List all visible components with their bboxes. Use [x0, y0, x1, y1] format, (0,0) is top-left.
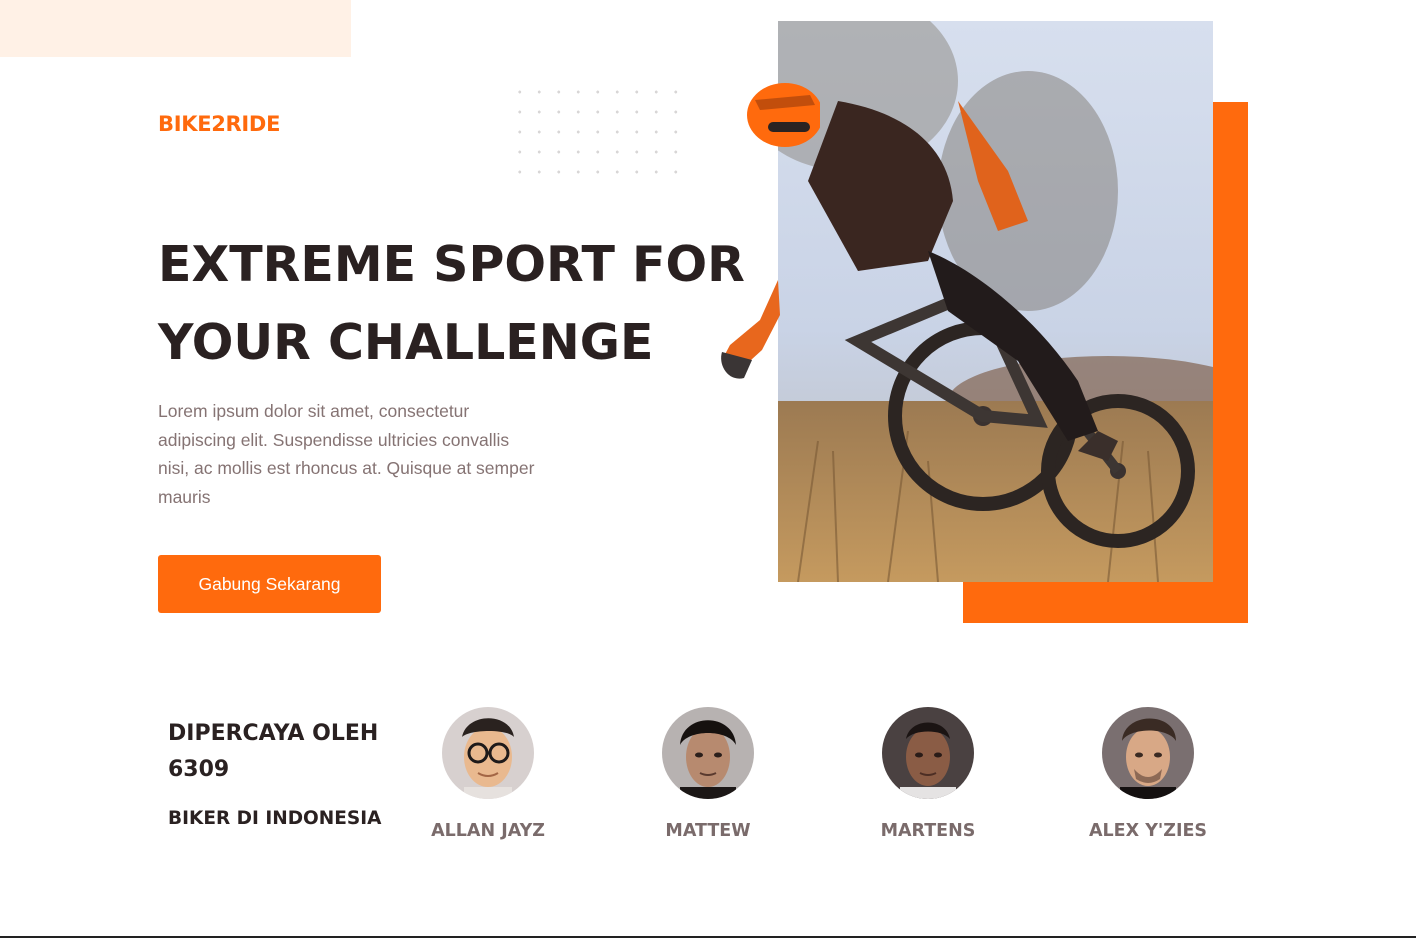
hero-headline-line-1: EXTREME SPORT FOR — [158, 236, 745, 293]
join-now-button[interactable]: Gabung Sekarang — [158, 555, 381, 613]
avatar-glasses-icon — [442, 707, 534, 799]
person-card-martens[interactable]: MARTENS — [858, 707, 998, 841]
dot-grid-decoration — [510, 82, 680, 182]
corner-decoration — [0, 0, 351, 57]
avatar-icon — [662, 707, 754, 799]
person-name: ALLAN JAYZ — [431, 821, 545, 841]
brand-logo[interactable]: BIKE2RIDE — [158, 112, 280, 136]
hero-description: Lorem ipsum dolor sit amet, consectetur … — [158, 401, 535, 508]
trust-subtitle: BIKER DI INDONESIA — [168, 808, 382, 829]
person-card-mattew[interactable]: MATTEW — [638, 707, 778, 841]
person-name: MATTEW — [665, 821, 751, 841]
avatar-icon — [1102, 707, 1194, 799]
person-card-allan[interactable]: ALLAN JAYZ — [418, 707, 558, 841]
person-name: MARTENS — [880, 821, 976, 841]
person-card-alex[interactable]: ALEX Y'ZIES — [1078, 707, 1218, 841]
hero-headline: EXTREME SPORT FOR YOUR CHALLENGE — [158, 226, 745, 382]
hero-headline-line-2: YOUR CHALLENGE — [158, 314, 654, 371]
avatar-icon — [882, 707, 974, 799]
mountain-biker-photo — [778, 21, 1213, 582]
person-name: ALEX Y'ZIES — [1088, 821, 1208, 841]
hero-image — [778, 21, 1213, 582]
trust-count: DIPERCAYA OLEH 6309 — [168, 721, 379, 782]
trust-statement: DIPERCAYA OLEH 6309 BIKER DI INDONESIA — [168, 716, 388, 829]
